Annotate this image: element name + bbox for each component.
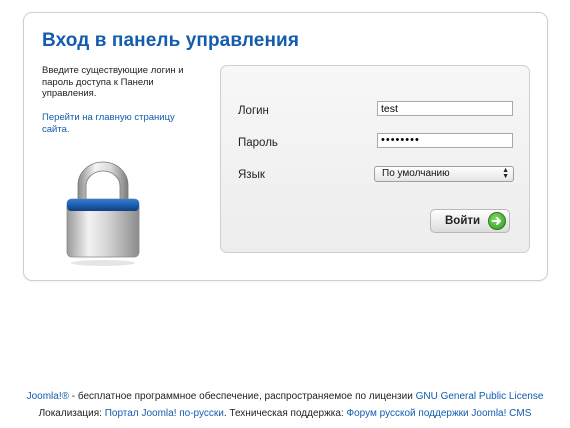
password-label: Пароль <box>238 137 278 149</box>
gnu-license-link[interactable]: GNU General Public License <box>416 391 544 402</box>
footer-license-text: - бесплатное программное обеспечение, ра… <box>68 391 416 402</box>
lock-icon <box>66 161 140 266</box>
password-input[interactable]: •••••••• <box>377 133 513 148</box>
login-form: Логин Пароль •••••••• Язык По умолчанию … <box>220 65 530 253</box>
login-button[interactable]: Войти <box>430 209 510 233</box>
login-button-label: Войти <box>445 215 481 227</box>
select-arrows-icon: ▲ ▼ <box>502 167 509 180</box>
support-label: . Техническая поддержка: <box>223 408 347 419</box>
footer-support-line: Локализация: Портал Joomla! по-русски. Т… <box>0 408 570 419</box>
green-arrow-icon <box>488 212 506 230</box>
language-select-value: По умолчанию <box>382 168 450 179</box>
support-forum-link[interactable]: Форум русской поддержки Joomla! CMS <box>347 408 532 419</box>
language-label: Язык <box>238 169 265 181</box>
login-panel: Вход в панель управления Введите существ… <box>23 12 548 281</box>
username-input[interactable] <box>377 101 513 116</box>
username-label: Логин <box>238 105 269 117</box>
localization-link[interactable]: Портал Joomla! по-русски <box>105 408 224 419</box>
page-title: Вход в панель управления <box>42 30 300 51</box>
footer-license-line: Joomla!® - бесплатное программное обеспе… <box>0 391 570 402</box>
intro-text: Введите существующие логин и пароль дост… <box>42 65 184 99</box>
localization-label: Локализация: <box>38 408 105 419</box>
home-page-link[interactable]: Перейти на главную страницу сайта. <box>42 112 202 135</box>
joomla-brand-link[interactable]: Joomla!® <box>27 391 69 402</box>
language-select[interactable]: По умолчанию ▲ ▼ <box>374 166 514 182</box>
